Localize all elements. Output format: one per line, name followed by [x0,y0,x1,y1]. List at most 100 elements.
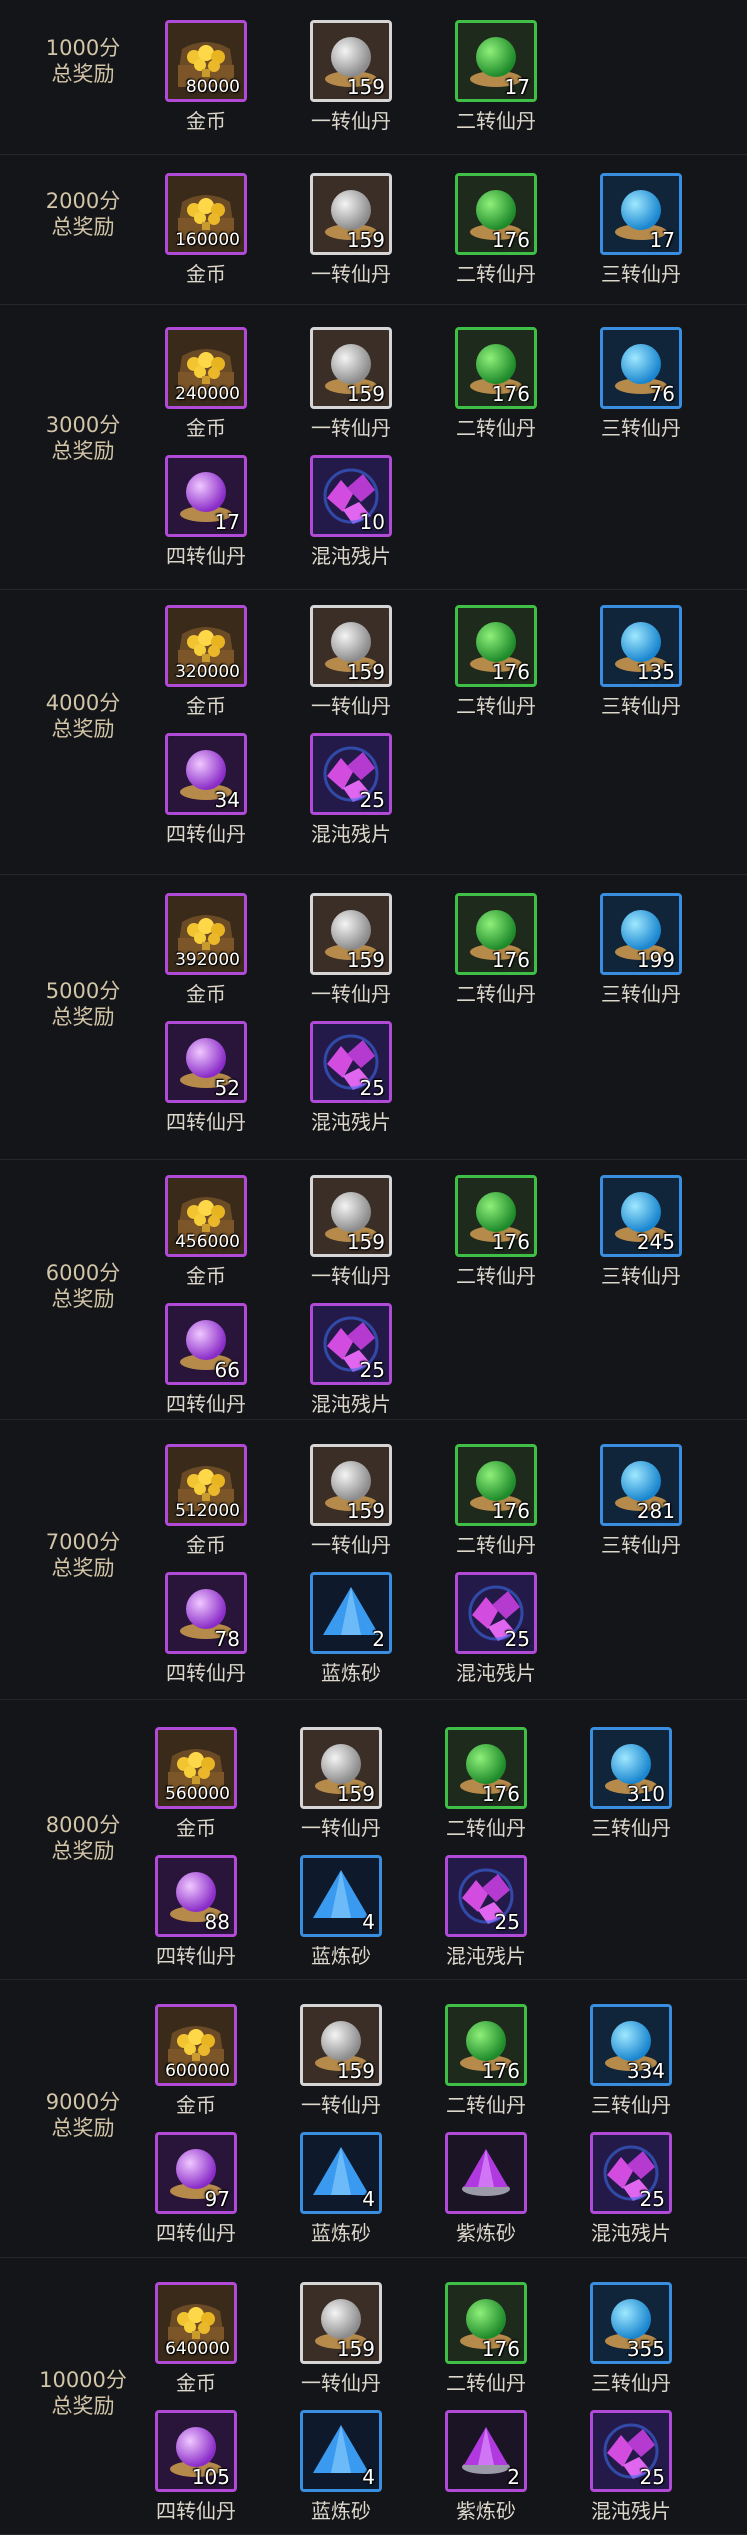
reward-item[interactable]: 159 一转仙丹 [276,1727,406,1847]
reward-item[interactable]: 160000 金币 [141,173,271,293]
reward-item[interactable]: 25 混沌残片 [566,2132,696,2252]
reward-item[interactable]: 176 二转仙丹 [421,1727,551,1847]
reward-item[interactable]: 2 蓝炼砂 [286,1572,416,1692]
reward-item[interactable]: 17 三转仙丹 [576,173,706,293]
reward-item[interactable]: 245 三转仙丹 [576,1175,706,1295]
reward-item[interactable]: 25 混沌残片 [286,733,416,853]
reward-item[interactable]: 135 三转仙丹 [576,605,706,725]
item-name: 二转仙丹 [456,416,536,440]
reward-item[interactable]: 66 四转仙丹 [141,1303,271,1423]
reward-item[interactable]: 25 混沌残片 [421,1855,551,1975]
item-quantity: 17 [649,228,675,252]
reward-item[interactable]: 52 四转仙丹 [141,1021,271,1141]
blue-sand-icon: 4 [300,2132,382,2214]
reward-item[interactable]: 600000 金币 [131,2004,261,2124]
reward-item[interactable]: 240000 金币 [141,327,271,447]
item-name: 金币 [176,2371,216,2395]
item-quantity: 80000 [185,77,240,97]
item-quantity: 159 [336,2059,375,2083]
tier-reward-caption: 总奖励 [51,717,115,741]
item-quantity: 17 [504,75,530,99]
reward-item[interactable]: 4 蓝炼砂 [276,1855,406,1975]
reward-item[interactable]: 310 三转仙丹 [566,1727,696,1847]
item-name: 二转仙丹 [456,982,536,1006]
item-name: 金币 [186,262,226,286]
item-name: 四转仙丹 [156,2499,236,2523]
reward-item[interactable]: 88 四转仙丹 [131,1855,261,1975]
reward-item[interactable]: 2 紫炼砂 [421,2410,551,2530]
item-name: 一转仙丹 [311,262,391,286]
green-pill-icon: 176 [455,605,537,687]
reward-item[interactable]: 25 混沌残片 [286,1303,416,1423]
reward-item[interactable]: 392000 金币 [141,893,271,1013]
item-name: 金币 [186,1533,226,1557]
item-quantity: 25 [359,788,385,812]
reward-item[interactable]: 176 二转仙丹 [421,2282,551,2402]
reward-item[interactable]: 176 二转仙丹 [431,173,561,293]
reward-item[interactable]: 560000 金币 [131,1727,261,1847]
reward-item[interactable]: 512000 金币 [141,1444,271,1564]
reward-item[interactable]: 159 一转仙丹 [286,605,416,725]
reward-item[interactable]: 25 混沌残片 [431,1572,561,1692]
reward-item[interactable]: 281 三转仙丹 [576,1444,706,1564]
reward-item[interactable]: 176 二转仙丹 [431,893,561,1013]
reward-item[interactable]: 159 一转仙丹 [286,327,416,447]
reward-item[interactable]: 紫炼砂 [421,2132,551,2252]
reward-item[interactable]: 25 混沌残片 [286,1021,416,1141]
blue-sand-icon: 2 [310,1572,392,1654]
reward-item[interactable]: 159 一转仙丹 [286,893,416,1013]
chaos-shard-icon: 25 [310,1021,392,1103]
blue-pill-icon: 310 [590,1727,672,1809]
reward-item[interactable]: 176 二转仙丹 [431,605,561,725]
reward-item[interactable]: 334 三转仙丹 [566,2004,696,2124]
reward-item[interactable]: 159 一转仙丹 [286,1444,416,1564]
item-name: 金币 [186,1264,226,1288]
item-name: 二转仙丹 [456,109,536,133]
reward-item[interactable]: 176 二转仙丹 [421,2004,551,2124]
tier-label: 8000分 总奖励 [18,1812,148,1864]
reward-item[interactable]: 355 三转仙丹 [566,2282,696,2402]
tier-score: 6000分 [45,1261,121,1285]
reward-tier: 1000分 总奖励 80000 金币 159 一转仙丹 17 二转仙丹 [0,0,747,155]
reward-item[interactable]: 159 一转仙丹 [286,173,416,293]
blue-pill-icon: 76 [600,327,682,409]
reward-item[interactable]: 199 三转仙丹 [576,893,706,1013]
white-pill-icon: 159 [310,173,392,255]
reward-item[interactable]: 159 一转仙丹 [286,1175,416,1295]
item-name: 四转仙丹 [166,1661,246,1685]
item-quantity: 355 [626,2337,665,2361]
chaos-shard-icon: 10 [310,455,392,537]
reward-item[interactable]: 320000 金币 [141,605,271,725]
reward-item[interactable]: 25 混沌残片 [566,2410,696,2530]
reward-item[interactable]: 17 二转仙丹 [431,20,561,140]
reward-item[interactable]: 78 四转仙丹 [141,1572,271,1692]
reward-item[interactable]: 80000 金币 [141,20,271,140]
green-pill-icon: 176 [455,173,537,255]
tier-score: 5000分 [45,979,121,1003]
reward-item[interactable]: 456000 金币 [141,1175,271,1295]
reward-item[interactable]: 159 一转仙丹 [286,20,416,140]
item-name: 蓝炼砂 [311,2499,371,2523]
item-quantity: 560000 [165,1784,230,1804]
item-name: 一转仙丹 [311,1264,391,1288]
reward-item[interactable]: 97 四转仙丹 [131,2132,261,2252]
reward-item[interactable]: 176 二转仙丹 [431,327,561,447]
reward-item[interactable]: 4 蓝炼砂 [276,2132,406,2252]
tier-label: 5000分 总奖励 [18,978,148,1030]
reward-item[interactable]: 34 四转仙丹 [141,733,271,853]
reward-item[interactable]: 176 二转仙丹 [431,1175,561,1295]
reward-item[interactable]: 159 一转仙丹 [276,2004,406,2124]
item-quantity: 456000 [175,1232,240,1252]
chaos-shard-icon: 25 [310,1303,392,1385]
item-quantity: 159 [346,1230,385,1254]
reward-item[interactable]: 640000 金币 [131,2282,261,2402]
reward-item[interactable]: 76 三转仙丹 [576,327,706,447]
reward-item[interactable]: 10 混沌残片 [286,455,416,575]
item-quantity: 25 [504,1627,530,1651]
reward-item[interactable]: 4 蓝炼砂 [276,2410,406,2530]
reward-item[interactable]: 105 四转仙丹 [131,2410,261,2530]
reward-item[interactable]: 17 四转仙丹 [141,455,271,575]
purple-pill-icon: 34 [165,733,247,815]
reward-item[interactable]: 176 二转仙丹 [431,1444,561,1564]
reward-item[interactable]: 159 一转仙丹 [276,2282,406,2402]
